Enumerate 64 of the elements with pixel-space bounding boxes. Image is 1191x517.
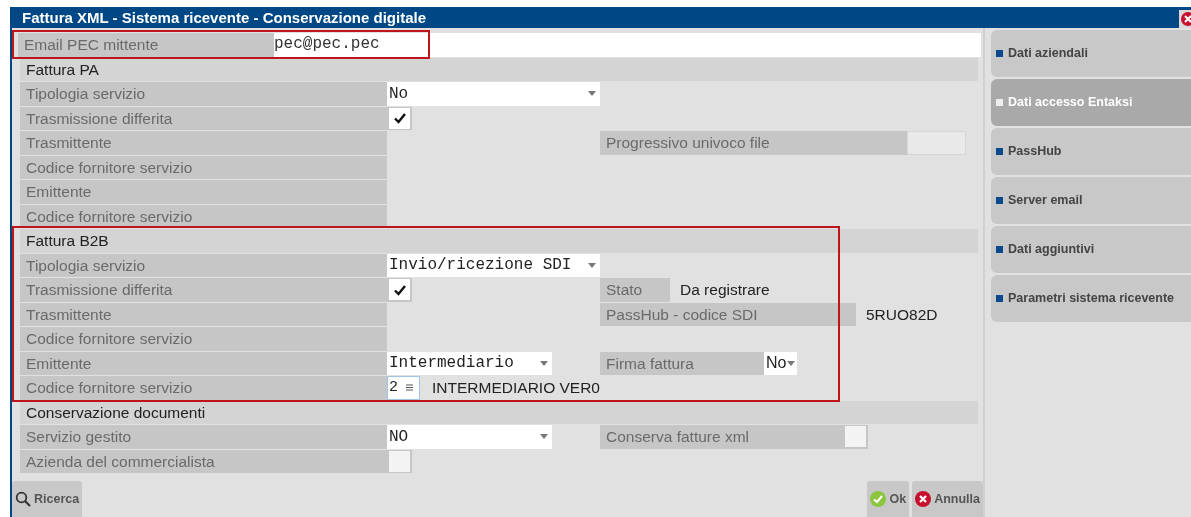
field-label: Codice fornitore servizio (20, 327, 387, 351)
field-label: Progressivo univoco file (600, 131, 907, 155)
checkbox[interactable] (389, 450, 410, 472)
field-label: Trasmissione differita (20, 106, 387, 130)
list-icon[interactable] (406, 384, 414, 392)
field-label: Codice fornitore servizio (20, 376, 387, 400)
bullet-icon (996, 99, 1003, 106)
field-label: Emittente (20, 351, 387, 375)
dropdown[interactable]: No (387, 82, 600, 106)
dropdown[interactable]: Intermediario (387, 351, 552, 375)
field-label: Conserva fatture xml (600, 425, 843, 449)
dropdown[interactable]: Invio/ricezione SDI (387, 253, 600, 277)
section-title: Conservazione documenti (20, 400, 978, 424)
field-label: Tipologia servizio (20, 253, 387, 277)
close-icon[interactable] (1179, 10, 1191, 29)
field-label: Firma fattura (600, 351, 764, 375)
section-title: Fattura B2B (20, 229, 978, 253)
field-label: Trasmissione differita (20, 278, 387, 302)
side-button[interactable]: Dati aggiuntivi (991, 226, 1191, 273)
checkbox[interactable] (389, 279, 410, 301)
code-description: INTERMEDIARIO VER0 (431, 378, 600, 398)
close-icon (915, 491, 932, 507)
dropdown[interactable]: No (764, 351, 797, 375)
bullet-icon (996, 50, 1003, 57)
status-value: 5RUO82D (865, 304, 938, 325)
check-icon (392, 111, 407, 126)
text-field[interactable] (907, 131, 966, 155)
field-label: Codice fornitore servizio (20, 204, 387, 228)
caret-icon (588, 262, 596, 268)
ok-button[interactable]: Ok (867, 481, 910, 517)
field-label: PassHub - codice SDI (600, 302, 856, 326)
caret-icon (787, 360, 795, 366)
status-value: Da registrare (679, 280, 770, 300)
field-label: Azienda del commercialista (20, 449, 387, 473)
checkbox[interactable] (845, 426, 866, 448)
side-button[interactable]: Dati aziendali (991, 30, 1191, 77)
search-button[interactable]: Ricerca (12, 481, 83, 517)
caret-icon (588, 91, 596, 97)
window-title: Fattura XML - Sistema ricevente - Conservazione digitale (22, 8, 426, 28)
field-label: Emittente (20, 180, 387, 204)
field-label: Servizio gestito (20, 425, 387, 449)
side-button[interactable]: PassHub (991, 128, 1191, 175)
caret-icon (540, 434, 548, 440)
bullet-icon (996, 246, 1003, 253)
bullet-icon (996, 197, 1003, 204)
section-title: Fattura PA (20, 57, 978, 81)
email-field[interactable]: pec@pec.pec (274, 33, 981, 57)
field-label: Email PEC mittente (18, 33, 274, 57)
field-label: Trasmittente (20, 302, 387, 326)
caret-icon (540, 360, 548, 366)
check-icon (870, 491, 887, 507)
search-icon (15, 491, 31, 507)
bullet-icon (996, 148, 1003, 155)
dropdown[interactable]: NO (387, 425, 552, 449)
field-label: Trasmittente (20, 131, 387, 155)
field-label: Codice fornitore servizio (20, 155, 387, 179)
side-button[interactable]: Server email (991, 177, 1191, 224)
bullet-icon (996, 295, 1003, 302)
checkbox[interactable] (389, 107, 410, 129)
field-label: Tipologia servizio (20, 82, 387, 106)
cancel-button[interactable]: Annulla (912, 481, 983, 517)
code-field[interactable]: 2 (387, 376, 421, 400)
field-label: Stato (600, 278, 670, 302)
side-button[interactable]: Parametri sistema ricevente (991, 275, 1191, 322)
